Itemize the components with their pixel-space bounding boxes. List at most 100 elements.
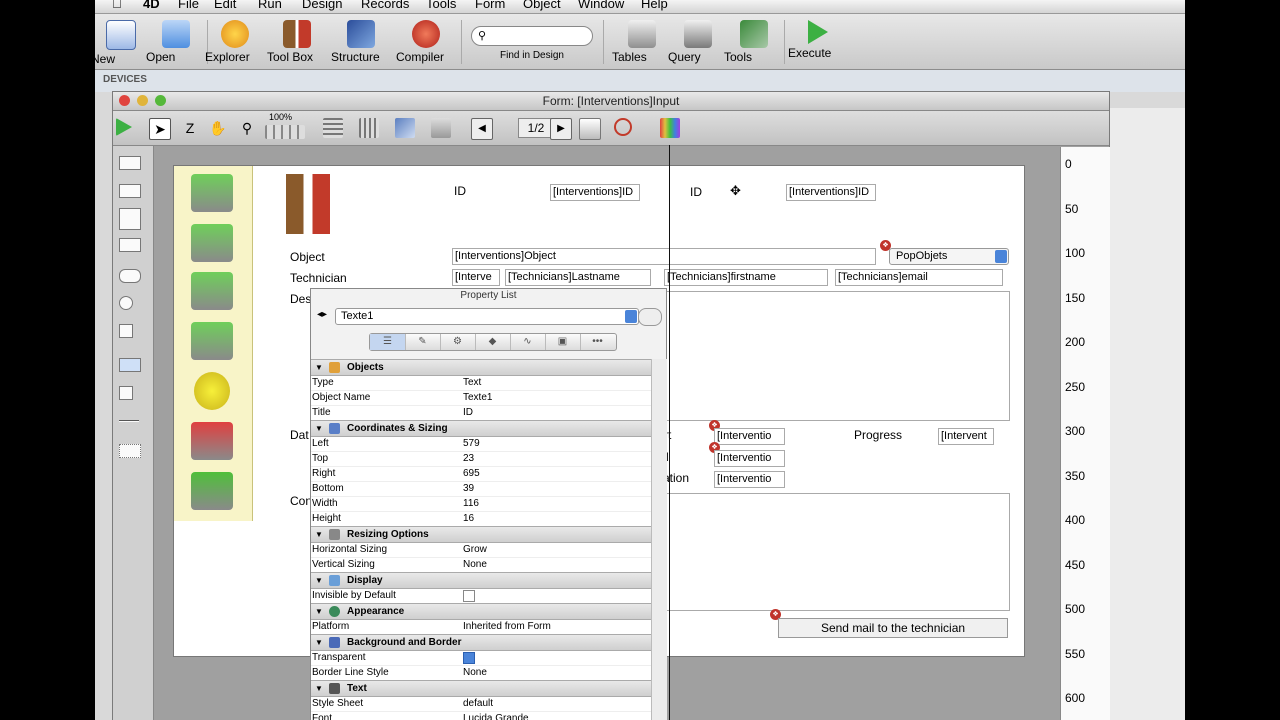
close-window-icon[interactable] [119, 95, 130, 106]
object-field[interactable]: [Interventions]Object [452, 248, 876, 265]
previous-page-icon[interactable]: ◀ [471, 118, 493, 140]
property-row-font[interactable]: Font Lucida Grande [311, 711, 651, 720]
radio-tool-icon[interactable] [119, 296, 133, 310]
date-start-field[interactable]: [Interventio [714, 428, 785, 445]
zoom-window-icon[interactable] [155, 95, 166, 106]
menu-tools[interactable]: Tools [426, 0, 456, 11]
property-row-horizontal-sizing[interactable]: Horizontal Sizing Grow [311, 542, 651, 558]
id-field-copy[interactable]: [Interventions]ID [786, 184, 876, 201]
eye-toggle-icon[interactable] [638, 308, 662, 326]
property-row-object-name[interactable]: Object Name Texte1 [311, 390, 651, 406]
menu-help[interactable]: Help [641, 0, 668, 11]
page-0-icon[interactable] [579, 118, 601, 140]
zoom-tool-icon[interactable]: ⚲ [237, 118, 257, 138]
menu-design[interactable]: Design [302, 0, 342, 11]
property-row-vertical-sizing[interactable]: Vertical Sizing None [311, 557, 651, 573]
window-title-bar[interactable]: Form: [Interventions]Input [113, 92, 1109, 111]
popobjets-dropdown[interactable]: PopObjets [889, 248, 1009, 265]
align-icon[interactable] [323, 118, 343, 138]
more-icon[interactable]: ••• [580, 334, 615, 350]
technician-email-field[interactable]: [Technicians]email [835, 269, 1003, 286]
menu-window[interactable]: Window [578, 0, 624, 11]
query-button[interactable]: Query [668, 18, 728, 64]
section-text[interactable]: ▼ Text [311, 680, 651, 697]
menu-run[interactable]: Run [258, 0, 282, 11]
property-row-top[interactable]: Top 23 [311, 451, 651, 467]
new-button[interactable]: New [95, 18, 151, 66]
checkbox-tool-icon[interactable] [119, 324, 133, 338]
previous-next-object-icon[interactable]: ◂▸ [317, 309, 327, 320]
validate-icon[interactable] [191, 472, 233, 510]
arrow-tool-icon[interactable]: ➤ [149, 118, 171, 140]
tools-button[interactable]: Tools [724, 18, 784, 64]
last-record-icon[interactable] [191, 322, 233, 360]
property-row-invisible[interactable]: Invisible by Default [311, 588, 651, 604]
minimize-window-icon[interactable] [137, 95, 148, 106]
section-objects[interactable]: ▼ Objects [311, 359, 651, 376]
id-field[interactable]: [Interventions]ID [550, 184, 640, 201]
distribute-icon[interactable] [359, 118, 379, 138]
property-list-scrollbar[interactable] [651, 359, 667, 720]
page-indicator[interactable]: 1/2 [518, 118, 554, 138]
text-tool-icon[interactable] [119, 156, 141, 170]
property-row-height[interactable]: Height 16 [311, 511, 651, 527]
z-order-tool-icon[interactable]: Z [180, 118, 200, 138]
previous-record-icon[interactable] [191, 224, 233, 262]
search-input[interactable]: ⚲ [471, 26, 593, 46]
section-resizing[interactable]: ▼ Resizing Options [311, 526, 651, 543]
property-row-style-sheet[interactable]: Style Sheet default [311, 696, 651, 712]
compiler-button[interactable]: Compiler [396, 18, 456, 64]
menu-records[interactable]: Records [361, 0, 409, 11]
property-row-border-style[interactable]: Border Line Style None [311, 665, 651, 681]
date-end-field[interactable]: [Interventio [714, 450, 785, 467]
technician-firstname-field[interactable]: [Technicians]firstname [664, 269, 828, 286]
color-palette-icon[interactable] [660, 118, 680, 138]
property-row-right[interactable]: Right 695 [311, 466, 651, 482]
next-record-icon[interactable] [191, 272, 233, 310]
first-record-icon[interactable] [191, 174, 233, 212]
splitter-tool-icon[interactable] [119, 444, 141, 458]
property-row-platform[interactable]: Platform Inherited from Form [311, 619, 651, 635]
execute-button[interactable]: Execute [788, 18, 848, 60]
zoom-slider-icon[interactable] [265, 125, 305, 139]
section-coordinates[interactable]: ▼ Coordinates & Sizing [311, 420, 651, 437]
test-form-icon[interactable] [116, 118, 132, 136]
list-icon[interactable]: ☰ [370, 334, 406, 350]
monitor-icon[interactable]: ▣ [545, 334, 581, 350]
menu-file[interactable]: File [178, 0, 199, 11]
explorer-button[interactable]: Explorer [205, 18, 265, 64]
property-row-type[interactable]: Type Text [311, 375, 651, 391]
button-tool-icon[interactable] [119, 269, 141, 283]
section-background-border[interactable]: ▼ Background and Border [311, 634, 651, 651]
section-appearance[interactable]: ▼ Appearance [311, 603, 651, 620]
group-icon[interactable] [431, 118, 451, 138]
invisible-checkbox[interactable] [463, 590, 475, 602]
apple-menu-icon[interactable]:  [112, 0, 122, 11]
objects-icon[interactable]: ◆ [475, 334, 511, 350]
toolbox-button[interactable]: Tool Box [267, 18, 327, 64]
no-entry-icon[interactable] [614, 118, 632, 136]
property-row-title[interactable]: Title ID [311, 405, 651, 421]
gear-icon[interactable]: ⚙ [440, 334, 476, 350]
arrange-icon[interactable] [395, 118, 415, 138]
section-display[interactable]: ▼ Display [311, 572, 651, 589]
structure-button[interactable]: Structure [331, 18, 391, 64]
id-label-selected[interactable]: ID [690, 185, 702, 199]
rectangle-tool-icon[interactable] [119, 386, 133, 400]
list-tool-icon[interactable] [119, 208, 141, 230]
open-button[interactable]: Open [146, 18, 206, 64]
menu-object[interactable]: Object [523, 0, 561, 11]
property-row-width[interactable]: Width 116 [311, 496, 651, 512]
tables-button[interactable]: Tables [612, 18, 672, 64]
send-mail-button[interactable]: Send mail to the technician [778, 618, 1008, 638]
menu-edit[interactable]: Edit [214, 0, 236, 11]
progress-field[interactable]: [Intervent [938, 428, 994, 445]
transparent-checkbox[interactable] [463, 652, 475, 664]
line-tool-icon[interactable] [119, 420, 139, 422]
next-page-icon[interactable]: ▶ [550, 118, 572, 140]
cancel-icon[interactable] [191, 422, 233, 460]
object-selector-dropdown[interactable]: Texte1 [335, 308, 639, 325]
field-tool-icon[interactable] [119, 184, 141, 198]
ruler-tool-icon[interactable] [119, 358, 141, 372]
dropdown-tool-icon[interactable] [119, 238, 141, 252]
